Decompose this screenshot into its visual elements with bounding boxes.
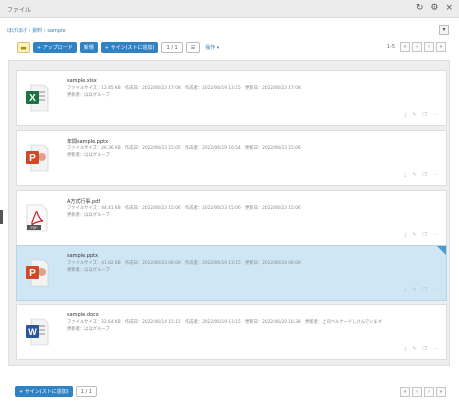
svg-text:W: W (28, 327, 37, 337)
first-page-button[interactable]: « (400, 387, 410, 397)
file-list: X sample.xlsx ファイルサイズ：12.85 KB 作成日：2022/… (8, 60, 450, 366)
file-actions: ⤓ ✎ ❐ ⋯ (404, 232, 438, 238)
file-card-selected[interactable]: P sample.pptx ファイルサイズ：41.82 KB 作成日：2022/… (16, 245, 447, 301)
svg-text:PDF: PDF (31, 226, 38, 230)
next-page-button[interactable]: › (424, 42, 434, 52)
tag-icon[interactable]: ✎ (412, 112, 416, 118)
pager-top: 1-5 « ‹ › » (387, 42, 446, 52)
excel-file-icon: X (26, 84, 49, 112)
copy-icon[interactable]: ❐ (423, 232, 427, 238)
copy-icon[interactable]: ❐ (423, 287, 427, 293)
download-icon[interactable]: ⤓ (404, 346, 406, 352)
last-page-button[interactable]: » (436, 42, 446, 52)
file-name[interactable]: A方式行事.pdf (67, 198, 100, 205)
file-name[interactable]: 年間sample.pptx (67, 138, 108, 145)
file-owner: 更新者：ほほグループ (67, 327, 110, 332)
prev-page-button[interactable]: ‹ (412, 387, 422, 397)
pdf-file-icon: PDF (26, 204, 48, 232)
item-count: 1-5 (386, 44, 395, 50)
tag-icon[interactable]: ✎ (412, 172, 416, 178)
file-card[interactable]: PDF A方式行事.pdf ファイルサイズ：44.41 KB 作成日：2022/… (16, 190, 447, 246)
menu-icon[interactable]: ⋯ (433, 232, 438, 238)
close-icon[interactable]: × (445, 3, 453, 13)
upload-button[interactable]: + アップロード (33, 42, 77, 53)
window-title: ファイル (7, 7, 32, 14)
file-actions: ⤓ ✎ ❐ ⋯ (404, 112, 438, 118)
last-page-button[interactable]: » (436, 387, 446, 397)
file-actions: ⤓ ✎ ❐ ⋯ (404, 346, 438, 352)
settings-icon[interactable]: ⚙ (430, 3, 438, 13)
next-page-button[interactable]: › (424, 387, 434, 397)
powerpoint-file-icon: P (26, 259, 49, 287)
toolbar: ▬ + アップロード 新規 + サイン(ストに追加) 1 / 1 ☰ 操作 ▾ (17, 41, 221, 54)
download-icon[interactable]: ⤓ (404, 287, 406, 293)
powerpoint-file-icon: P (26, 144, 49, 172)
menu-icon[interactable]: ⋯ (433, 112, 438, 118)
pager-bottom: « ‹ › » (400, 387, 446, 397)
view-toggle-button[interactable]: ☰ (185, 42, 201, 53)
download-icon[interactable]: ⤓ (404, 232, 406, 238)
tag-icon[interactable]: ✎ (412, 346, 416, 352)
first-page-button[interactable]: « (400, 42, 410, 52)
file-owner: 更新者：ほほグループ (67, 93, 110, 98)
file-name[interactable]: sample.docx (67, 312, 99, 318)
selected-check-icon (437, 246, 446, 255)
file-card[interactable]: X sample.xlsx ファイルサイズ：12.85 KB 作成日：2022/… (16, 70, 447, 126)
word-file-icon: W (26, 318, 49, 346)
file-actions: ⤓ ✎ ❐ ⋯ (404, 287, 438, 293)
breadcrumb[interactable]: ほげほげ › 資料 › sample (7, 27, 66, 34)
new-button[interactable]: 新規 (79, 42, 98, 53)
prev-page-button[interactable]: ‹ (412, 42, 422, 52)
menu-icon[interactable]: ⋯ (433, 346, 438, 352)
add-signature-button[interactable]: + サイン(ストに追加) (100, 42, 159, 53)
svg-text:P: P (29, 268, 36, 279)
collapse-button[interactable]: ▾ (439, 25, 449, 35)
window-controls: ↻ ⚙ × (416, 3, 453, 13)
file-meta: ファイルサイズ：12.85 KB 作成日：2022/06/23 17:08 作成… (67, 86, 301, 91)
resize-handle[interactable] (0, 210, 3, 224)
copy-icon[interactable]: ❐ (423, 112, 427, 118)
file-name[interactable]: sample.pptx (67, 253, 98, 259)
file-card[interactable]: W sample.docx ファイルサイズ：22.64 KB 作成日：2022/… (16, 304, 447, 360)
file-owner: 更新者：ほほグループ (67, 268, 110, 273)
file-owner: 更新者：ほほグループ (67, 213, 110, 218)
folder-icon[interactable]: ▬ (17, 42, 30, 53)
file-actions: ⤓ ✎ ❐ ⋯ (404, 172, 438, 178)
file-owner: 更新者：ほほグループ (67, 153, 110, 158)
window-titlebar: ファイル ↻ ⚙ × (0, 0, 459, 18)
file-card[interactable]: P 年間sample.pptx ファイルサイズ：26.36 KB 作成日：202… (16, 130, 447, 186)
operations-dropdown[interactable]: 操作 ▾ (203, 42, 221, 53)
page-indicator[interactable]: 1 / 1 (161, 42, 183, 53)
copy-icon[interactable]: ❐ (423, 346, 427, 352)
footer-bar: + サイン(ストに追加) 1 / 1 « ‹ › » (0, 372, 459, 410)
menu-icon[interactable]: ⋯ (433, 287, 438, 293)
copy-icon[interactable]: ❐ (423, 172, 427, 178)
svg-text:X: X (29, 93, 36, 104)
tag-icon[interactable]: ✎ (412, 287, 416, 293)
file-name[interactable]: sample.xlsx (67, 78, 97, 84)
download-icon[interactable]: ⤓ (404, 172, 406, 178)
file-meta: ファイルサイズ：41.82 KB 作成日：2022/06/23 06:09 作成… (67, 261, 301, 266)
refresh-icon[interactable]: ↻ (416, 3, 424, 13)
file-meta: ファイルサイズ：22.64 KB 作成日：2022/06/14 15:15 作成… (67, 320, 383, 325)
menu-icon[interactable]: ⋯ (433, 172, 438, 178)
tag-icon[interactable]: ✎ (412, 232, 416, 238)
page-indicator-bottom[interactable]: 1 / 1 (75, 386, 97, 397)
add-signature-button-bottom[interactable]: + サイン(ストに追加) (15, 386, 73, 397)
download-icon[interactable]: ⤓ (404, 112, 406, 118)
file-meta: ファイルサイズ：44.41 KB 作成日：2022/06/23 15:06 作成… (67, 206, 301, 211)
file-meta: ファイルサイズ：26.36 KB 作成日：2022/06/23 15:05 作成… (67, 146, 301, 151)
svg-text:P: P (29, 153, 36, 164)
